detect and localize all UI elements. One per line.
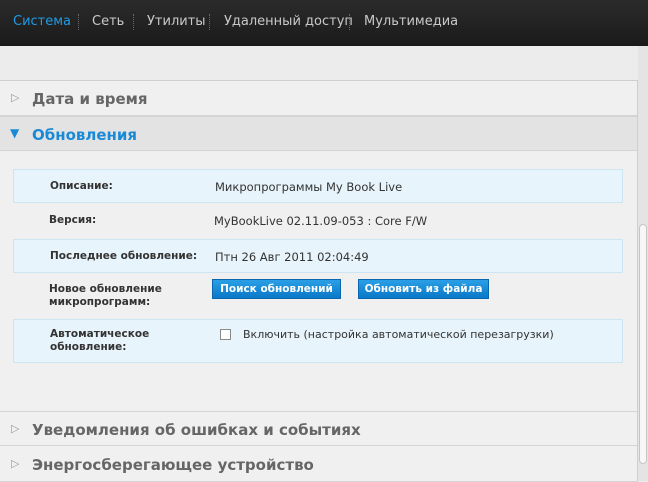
- label-line: микропрограмм:: [49, 296, 151, 308]
- last-update-row: Последнее обновление: Птн 26 Авг 2011 02…: [13, 239, 623, 273]
- tab-remote-access[interactable]: Удаленный доступ: [224, 14, 353, 29]
- auto-update-label: Автоматическое обновление:: [50, 328, 149, 354]
- version-row: Версия: MyBookLive 02.11.09-053 : Core F…: [13, 203, 623, 239]
- version-value: MyBookLive 02.11.09-053 : Core F/W: [214, 214, 428, 228]
- nav-separator: [349, 14, 350, 30]
- tab-network[interactable]: Сеть: [92, 14, 124, 29]
- section-title: Энергосберегающее устройство: [32, 456, 314, 474]
- scrollbar-thumb[interactable]: [639, 224, 647, 464]
- chevron-right-icon: ▷: [11, 422, 20, 435]
- tab-system[interactable]: Система: [13, 14, 71, 29]
- description-label: Описание:: [50, 180, 113, 192]
- auto-update-row: Автоматическое обновление: Включить (нас…: [13, 319, 623, 363]
- nav-separator: [78, 14, 79, 30]
- nav-separator: [133, 14, 134, 30]
- auto-update-checkbox[interactable]: [220, 329, 231, 340]
- chevron-down-icon: ▼: [10, 126, 20, 140]
- update-from-file-button[interactable]: Обновить из файла: [358, 279, 489, 299]
- new-firmware-label: Новое обновление микропрограмм:: [49, 283, 162, 309]
- section-title: Уведомления об ошибках и событиях: [32, 421, 361, 439]
- description-value: Микропрограммы My Book Live: [215, 180, 403, 194]
- label-line: Автоматическое: [50, 328, 150, 340]
- chevron-right-icon: ▷: [11, 91, 20, 104]
- section-datetime-header[interactable]: ▷ Дата и время: [0, 81, 637, 116]
- auto-update-checkbox-label[interactable]: Включить (настройка автоматической перез…: [243, 328, 554, 341]
- tab-utilities[interactable]: Утилиты: [147, 14, 206, 29]
- section-power-header[interactable]: ▷ Энергосберегающее устройство: [0, 447, 637, 482]
- section-title: Обновления: [32, 126, 138, 144]
- version-label: Версия:: [49, 214, 97, 226]
- nav-separator: [209, 14, 210, 30]
- top-navigation: Система Сеть Утилиты Удаленный доступ Му…: [0, 0, 648, 46]
- label-line: Новое обновление: [49, 283, 162, 295]
- description-row: Описание: Микропрограммы My Book Live: [13, 169, 623, 203]
- last-update-label: Последнее обновление:: [50, 250, 198, 262]
- chevron-right-icon: ▷: [11, 457, 20, 470]
- last-update-value: Птн 26 Авг 2011 02:04:49: [215, 250, 369, 264]
- tab-multimedia[interactable]: Мультимедиа: [364, 14, 458, 29]
- check-updates-button[interactable]: Поиск обновлений: [212, 279, 341, 299]
- label-line: обновление:: [50, 341, 127, 353]
- settings-panel: ▷ Дата и время ▼ Обновления Описание: Ми…: [0, 80, 638, 482]
- section-notifications-header[interactable]: ▷ Уведомления об ошибках и событиях: [0, 411, 637, 446]
- section-title: Дата и время: [32, 90, 148, 108]
- section-updates-header[interactable]: ▼ Обновления: [0, 116, 637, 151]
- new-firmware-row: Новое обновление микропрограмм: Поиск об…: [13, 273, 623, 319]
